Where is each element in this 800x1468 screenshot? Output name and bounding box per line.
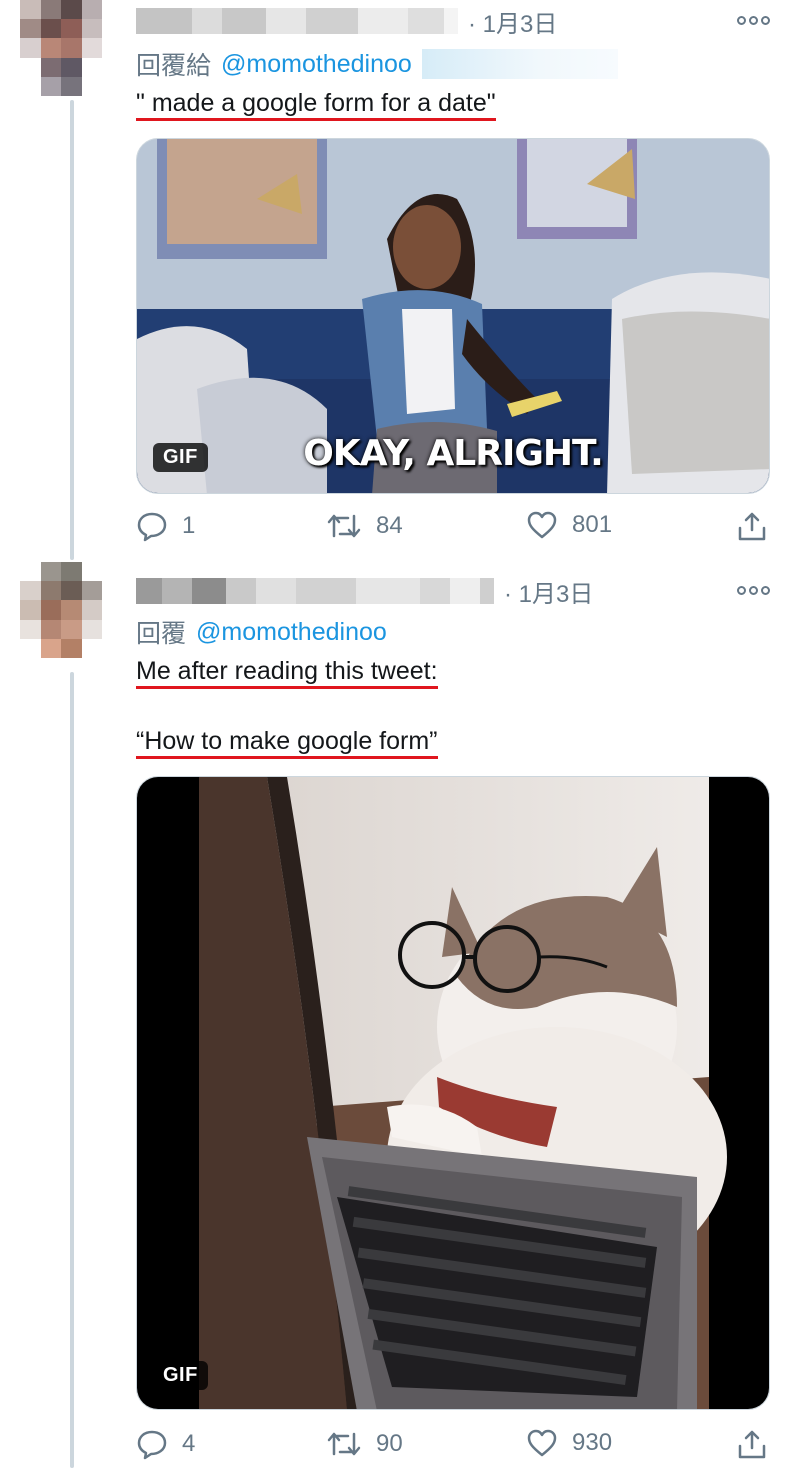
share-button[interactable] [736,510,768,542]
retweet-button[interactable]: 90 [326,1428,403,1460]
tweet-text: " made a google form for a date" [136,86,496,121]
tweet-text: Me after reading this tweet: “How to mak… [136,654,438,760]
avatar[interactable] [20,0,102,96]
reply-handle-blurred [421,49,618,79]
reply-context: 回覆給 @momothedinoo [136,46,618,82]
like-count: 801 [572,511,613,538]
thread-line [70,100,74,560]
retweet-icon [327,514,361,538]
avatar[interactable] [20,562,102,658]
tweet-header: · 1月3日 [136,4,557,38]
like-button[interactable]: 930 [526,1428,612,1458]
gif-badge: GIF [153,1361,208,1390]
gif-badge: GIF [153,443,208,472]
gif-caption: OKAY, ALRIGHT. [303,433,604,474]
tweet-1: · 1月3日 回覆給 @momothedinoo " made a google… [0,0,800,560]
tweet-time[interactable]: · 1月3日 [504,574,593,609]
reply-icon [137,1430,167,1460]
like-count: 930 [572,1429,613,1456]
tweet-header: · 1月3日 [136,574,593,608]
tweet-actions: 1 84 801 [136,510,770,546]
tweet-time[interactable]: · 1月3日 [468,4,557,39]
like-icon [527,511,557,539]
reply-handle-link[interactable]: @momothedinoo [196,618,387,647]
share-icon [738,512,766,541]
share-button[interactable] [736,1428,768,1460]
tweet-text-line: " made a google form for a date" [136,89,496,121]
reply-count: 1 [182,512,196,539]
reply-count: 4 [182,1430,196,1457]
reply-button[interactable]: 4 [136,1428,195,1460]
reply-handle-link[interactable]: @momothedinoo [221,50,412,79]
reply-button[interactable]: 1 [136,510,195,542]
gif-media[interactable]: OKAY, ALRIGHT. GIF [136,138,770,494]
tweet-text-line: “How to make google form” [136,727,438,759]
gif-media[interactable]: GIF [136,776,770,1410]
like-icon [527,1429,557,1457]
more-icon[interactable] [736,10,770,30]
tweet-2: · 1月3日 回覆 @momothedinoo Me after reading… [0,560,800,1468]
retweet-icon [327,1432,361,1456]
gif-still-cat-with-glasses [137,777,769,1409]
reply-context: 回覆 @momothedinoo [136,614,387,650]
more-icon[interactable] [736,580,770,600]
retweet-count: 84 [376,512,403,539]
author-name-blurred[interactable] [136,578,494,604]
share-icon [738,1430,766,1459]
reply-prefix: 回覆 [136,620,187,648]
like-button[interactable]: 801 [526,510,612,540]
thread-line [70,672,74,1468]
retweet-count: 90 [376,1430,403,1457]
retweet-button[interactable]: 84 [326,510,403,542]
reply-prefix: 回覆給 [136,52,212,80]
author-name-blurred[interactable] [136,8,458,34]
tweet-text-line: Me after reading this tweet: [136,657,438,689]
tweet-actions: 4 90 930 [136,1428,770,1464]
reply-icon [137,512,167,542]
